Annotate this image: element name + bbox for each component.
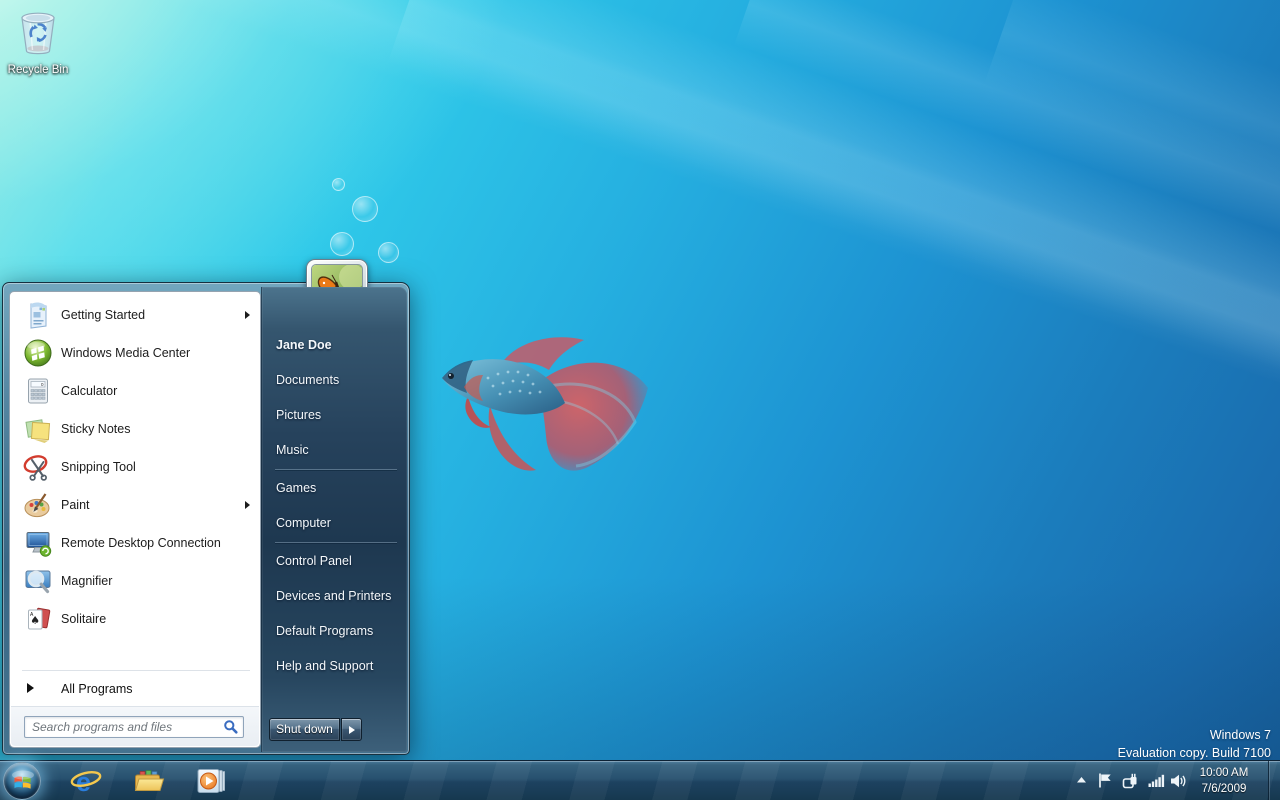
menu-item-label: Magnifier (61, 574, 113, 588)
menu-item-label: Remote Desktop Connection (61, 536, 221, 550)
submenu-arrow-icon (245, 501, 250, 509)
all-programs-button[interactable]: All Programs (13, 676, 258, 702)
menu-item-snipping-tool[interactable]: Snipping Tool (13, 448, 258, 486)
sticky-notes-icon (22, 413, 54, 445)
places-item-games[interactable]: Games (276, 478, 402, 498)
shutdown-button[interactable]: Shut down (269, 718, 340, 741)
bubble (378, 242, 399, 263)
places-item-help-and-support[interactable]: Help and Support (276, 656, 402, 676)
power-plug-icon[interactable] (1122, 773, 1138, 789)
places-item-computer[interactable]: Computer (276, 513, 402, 533)
places-item-pictures[interactable]: Pictures (276, 405, 402, 425)
start-menu-programs-panel: Getting Started Windows Media Center 0 C… (9, 291, 261, 748)
menu-item-label: Snipping Tool (61, 460, 136, 474)
paint-icon (22, 489, 54, 521)
windows-flag-icon (12, 770, 34, 789)
menu-item-label: Calculator (61, 384, 118, 398)
places-item-music[interactable]: Music (276, 440, 402, 460)
show-hidden-icons-button[interactable] (1076, 776, 1087, 784)
taskbar-button-windows-media-player[interactable] (190, 764, 230, 798)
places-item-default-programs[interactable]: Default Programs (276, 621, 402, 641)
bubble (332, 178, 345, 191)
places-item-devices-and-printers[interactable]: Devices and Printers (276, 586, 402, 606)
menu-item-label: Windows Media Center (61, 346, 191, 360)
light-beam (984, 0, 1280, 736)
calculator-icon: 0 (22, 375, 54, 407)
start-menu: Getting Started Windows Media Center 0 C… (2, 259, 410, 755)
user-name-link[interactable]: Jane Doe (276, 335, 402, 355)
clock-time: 10:00 AM (1199, 767, 1249, 779)
left-panel-separator (22, 670, 250, 671)
menu-item-magnifier[interactable]: Magnifier (13, 562, 258, 600)
betta-fish-wallpaper-art (442, 337, 648, 471)
search-area (11, 706, 259, 746)
menu-item-paint[interactable]: Paint (13, 486, 258, 524)
internet-explorer-icon: e (70, 767, 102, 797)
folder-explorer-icon (134, 770, 165, 791)
shutdown-arrow-icon (349, 726, 355, 734)
menu-item-calculator[interactable]: 0 Calculator (13, 372, 258, 410)
all-programs-label: All Programs (61, 682, 133, 696)
media-player-icon (197, 769, 225, 793)
taskbar-button-internet-explorer[interactable]: e (66, 764, 106, 798)
light-beam (733, 0, 1280, 697)
windows-media-center-icon (22, 337, 54, 369)
recycle-bin-label: Recycle Bin (7, 64, 69, 76)
evaluation-watermark: Windows 7 Evaluation copy. Build 7100 (1118, 726, 1271, 762)
search-icon (224, 720, 238, 734)
show-desktop-button[interactable] (1268, 761, 1280, 800)
places-item-documents[interactable]: Documents (276, 370, 402, 390)
magnifier-icon (22, 565, 54, 597)
network-signal-icon[interactable] (1148, 773, 1165, 788)
solitaire-icon: ♠ A (22, 603, 54, 635)
volume-icon[interactable] (1170, 774, 1186, 788)
search-input[interactable] (24, 716, 244, 738)
menu-item-label: Sticky Notes (61, 422, 131, 436)
right-panel-separator (275, 469, 397, 470)
taskbar-clock[interactable]: 10:00 AM 7/6/2009 (1188, 765, 1260, 797)
taskbar: e 10:00 AM 7/6/2009 (0, 760, 1280, 800)
bubble (330, 232, 354, 256)
menu-item-label: Solitaire (61, 612, 107, 626)
snipping-tool-icon (22, 451, 54, 483)
bubble (352, 196, 378, 222)
menu-item-label: Getting Started (61, 308, 146, 322)
menu-item-sticky-notes[interactable]: Sticky Notes (13, 410, 258, 448)
svg-text:0: 0 (41, 382, 44, 388)
menu-item-remote-desktop-connection[interactable]: Remote Desktop Connection (13, 524, 258, 562)
recycle-bin-icon (21, 12, 55, 55)
submenu-arrow-icon (245, 311, 250, 319)
start-button[interactable] (3, 762, 41, 800)
menu-item-getting-started[interactable]: Getting Started (13, 296, 258, 334)
menu-item-solitaire[interactable]: ♠ A Solitaire (13, 600, 258, 638)
watermark-line-1: Windows 7 (1209, 728, 1271, 742)
getting-started-icon (22, 299, 54, 331)
menu-item-label: Paint (61, 498, 90, 512)
start-menu-places-panel: Jane Doe Documents Pictures Music Games … (261, 287, 407, 752)
recycle-bin-desktop-icon[interactable]: Recycle Bin (6, 8, 70, 76)
remote-desktop-icon (22, 527, 54, 559)
clock-date: 7/6/2009 (1201, 783, 1247, 795)
all-programs-arrow-icon (27, 683, 34, 693)
shutdown-options-button[interactable] (341, 718, 362, 741)
right-panel-separator (275, 542, 397, 543)
taskbar-button-windows-explorer[interactable] (128, 764, 168, 798)
action-center-flag-icon[interactable] (1098, 772, 1113, 789)
menu-item-windows-media-center[interactable]: Windows Media Center (13, 334, 258, 372)
places-item-control-panel[interactable]: Control Panel (276, 551, 402, 571)
